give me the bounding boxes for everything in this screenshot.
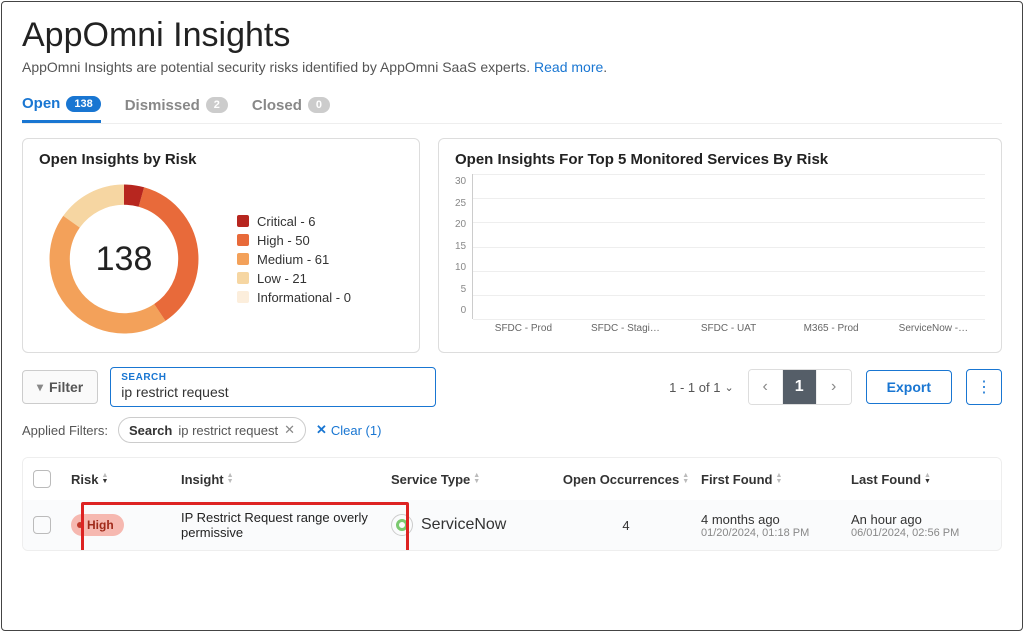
risk-badge: High xyxy=(71,514,124,536)
bar-chart: 302520151050 SFDC - ProdSFDC - StagingSF… xyxy=(455,174,985,334)
table-header: Risk▲▼ Insight▲▼ Service Type▲▼ Open Occ… xyxy=(23,458,1001,500)
legend-item: High - 50 xyxy=(237,233,351,248)
subtitle-end: . xyxy=(603,59,607,75)
col-insight[interactable]: Insight▲▼ xyxy=(181,472,391,487)
next-page-button[interactable]: › xyxy=(817,370,851,404)
kebab-icon: ⋮ xyxy=(976,377,992,397)
chevron-right-icon: › xyxy=(831,378,836,396)
chip-value: ip restrict request xyxy=(178,423,278,438)
service-cell: ServiceNow xyxy=(391,514,551,536)
legend-label: Medium - 61 xyxy=(257,252,329,267)
page-title: AppOmni Insights xyxy=(22,16,1002,55)
clear-filters-button[interactable]: ✕ Clear (1) xyxy=(316,422,381,438)
servicenow-icon xyxy=(391,514,413,536)
tab-dismissed-label: Dismissed xyxy=(125,97,200,114)
tab-open-label: Open xyxy=(22,95,60,112)
insight-cell: IP Restrict Request range overly permiss… xyxy=(181,510,391,540)
legend-item: Informational - 0 xyxy=(237,290,351,305)
legend-swatch xyxy=(237,272,249,284)
x-label: SFDC - Staging xyxy=(591,323,661,334)
page-1-button[interactable]: 1 xyxy=(783,370,817,404)
row-checkbox[interactable] xyxy=(33,516,51,534)
pagination: ‹ 1 › xyxy=(748,369,852,405)
card-open-by-risk: Open Insights by Risk 138 Critical - 6 Hi… xyxy=(22,138,420,353)
funnel-icon: ▾ xyxy=(37,380,43,394)
filter-button[interactable]: ▾ Filter xyxy=(22,370,98,404)
chevron-left-icon: ‹ xyxy=(762,378,767,396)
status-tabs: Open 138 Dismissed 2 Closed 0 xyxy=(22,91,1002,124)
legend-label: Critical - 6 xyxy=(257,214,316,229)
x-label: SFDC - Prod xyxy=(488,323,558,334)
legend-swatch xyxy=(237,253,249,265)
x-label: SFDC - UAT xyxy=(694,323,764,334)
bar-y-axis: 302520151050 xyxy=(455,174,472,334)
applied-filters-label: Applied Filters: xyxy=(22,423,108,438)
last-found-cell: An hour ago 06/01/2024, 02:56 PM xyxy=(851,512,1001,539)
legend-swatch xyxy=(237,215,249,227)
risk-text: High xyxy=(87,518,114,532)
donut-title: Open Insights by Risk xyxy=(39,151,403,168)
page-subtitle: AppOmni Insights are potential security … xyxy=(22,59,1002,75)
legend-item: Low - 21 xyxy=(237,271,351,286)
occurrences-cell: 4 xyxy=(551,518,701,533)
col-occurrences[interactable]: Open Occurrences▲▼ xyxy=(551,472,701,487)
x-label: M365 - Prod xyxy=(796,323,866,334)
tab-closed-count: 0 xyxy=(308,97,330,113)
remove-chip-icon[interactable]: ✕ xyxy=(284,422,295,438)
legend-label: Low - 21 xyxy=(257,271,307,286)
donut-total: 138 xyxy=(39,174,209,344)
chevron-down-icon: ⌄ xyxy=(724,381,733,394)
range-text: 1 - 1 of 1 xyxy=(669,380,720,395)
tab-closed-label: Closed xyxy=(252,97,302,114)
export-button[interactable]: Export xyxy=(866,370,952,404)
result-range[interactable]: 1 - 1 of 1 ⌄ xyxy=(669,380,734,395)
search-field[interactable]: SEARCH xyxy=(110,367,436,407)
tab-open[interactable]: Open 138 xyxy=(22,91,101,123)
legend-label: High - 50 xyxy=(257,233,310,248)
table-row[interactable]: High IP Restrict Request range overly pe… xyxy=(23,500,1001,550)
bar-chart-title: Open Insights For Top 5 Monitored Servic… xyxy=(455,151,985,168)
col-last-found[interactable]: Last Found▲▼ xyxy=(851,472,1001,487)
x-label: ServiceNow - P... xyxy=(899,323,969,334)
tab-closed[interactable]: Closed 0 xyxy=(252,91,330,123)
card-top-services: Open Insights For Top 5 Monitored Servic… xyxy=(438,138,1002,353)
legend-item: Medium - 61 xyxy=(237,252,351,267)
col-first-found[interactable]: First Found▲▼ xyxy=(701,472,851,487)
close-icon: ✕ xyxy=(316,422,327,438)
filter-label: Filter xyxy=(49,379,83,395)
tab-open-count: 138 xyxy=(66,96,100,112)
bar-grid xyxy=(472,174,985,319)
search-label: SEARCH xyxy=(121,372,425,383)
select-all-checkbox[interactable] xyxy=(33,470,51,488)
col-risk[interactable]: Risk▲▼ xyxy=(71,472,181,487)
search-input[interactable] xyxy=(121,384,425,400)
insights-table: Risk▲▼ Insight▲▼ Service Type▲▼ Open Occ… xyxy=(22,457,1002,551)
donut-legend: Critical - 6 High - 50 Medium - 61 Low - 21… xyxy=(237,214,351,305)
legend-swatch xyxy=(237,234,249,246)
bar-x-labels: SFDC - Prod SFDC - Staging SFDC - UAT M365 … xyxy=(472,319,985,334)
risk-dot-icon xyxy=(77,522,83,528)
more-actions-button[interactable]: ⋮ xyxy=(966,369,1002,405)
subtitle-text: AppOmni Insights are potential security … xyxy=(22,59,534,75)
legend-item: Critical - 6 xyxy=(237,214,351,229)
first-found-cell: 4 months ago 01/20/2024, 01:18 PM xyxy=(701,512,851,539)
legend-label: Informational - 0 xyxy=(257,290,351,305)
prev-page-button[interactable]: ‹ xyxy=(749,370,783,404)
donut-chart: 138 xyxy=(39,174,209,344)
legend-swatch xyxy=(237,291,249,303)
clear-text: Clear (1) xyxy=(331,423,382,438)
read-more-link[interactable]: Read more xyxy=(534,59,603,75)
filter-chip[interactable]: Search ip restrict request ✕ xyxy=(118,417,306,443)
tab-dismissed-count: 2 xyxy=(206,97,228,113)
tab-dismissed[interactable]: Dismissed 2 xyxy=(125,91,228,123)
service-name: ServiceNow xyxy=(421,516,506,534)
chip-key: Search xyxy=(129,423,172,438)
col-service[interactable]: Service Type▲▼ xyxy=(391,472,551,487)
